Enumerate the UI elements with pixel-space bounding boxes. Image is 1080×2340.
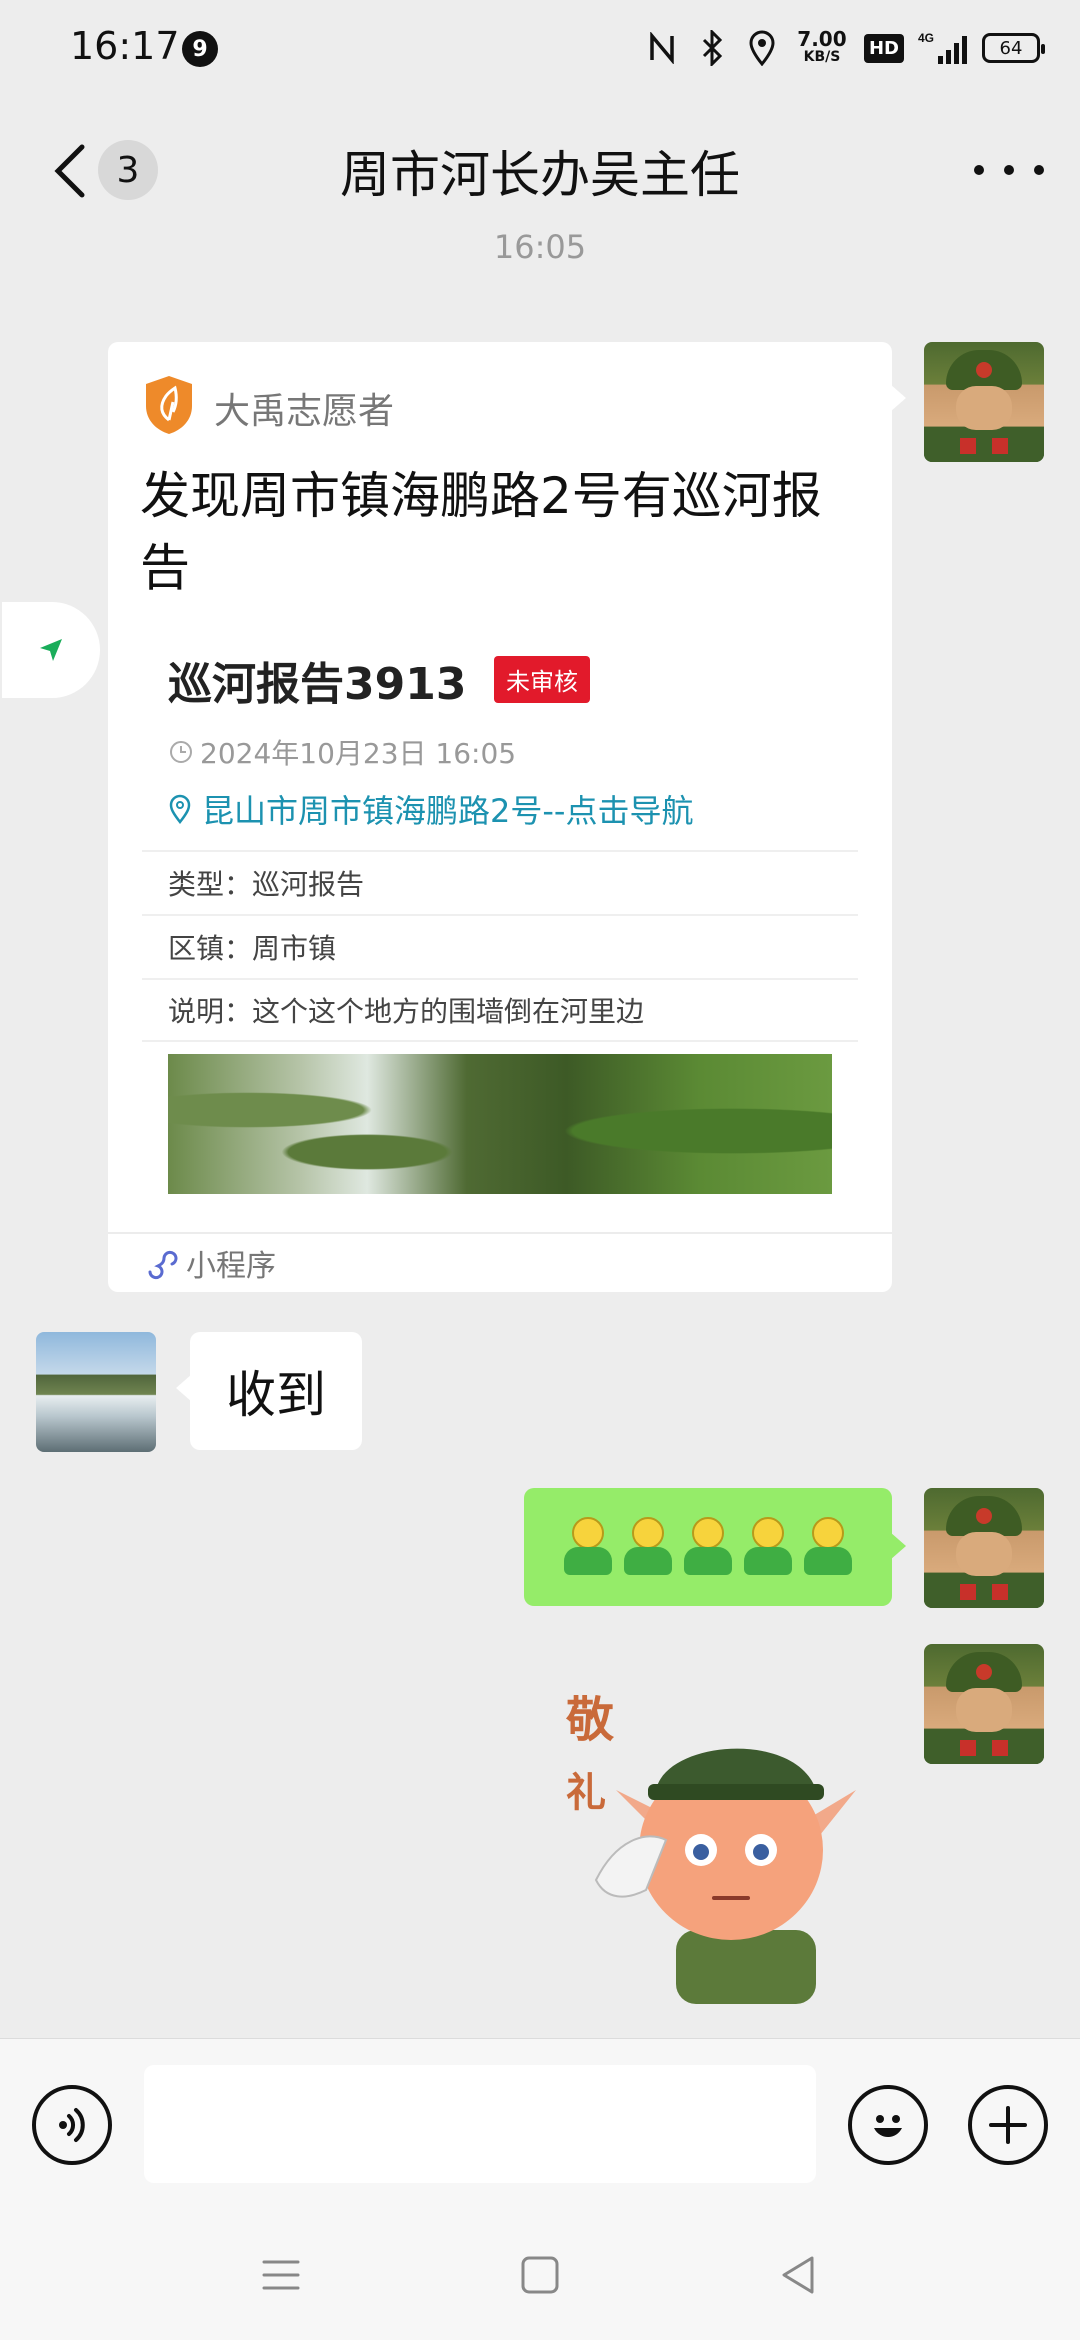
salute-sticker[interactable] bbox=[556, 1680, 872, 2004]
mini-program-card[interactable]: 大禹志愿者 发现周市镇海鹏路2号有巡河报告 巡河报告3913 未审核 2024年… bbox=[108, 342, 906, 1292]
report-location-text: 昆山市周市镇海鹏路2号--点击导航 bbox=[202, 792, 694, 830]
avatar-tab bbox=[960, 1584, 976, 1600]
info-label: 类型： bbox=[168, 868, 253, 901]
avatar-collar bbox=[924, 430, 1044, 462]
my-avatar[interactable] bbox=[924, 1644, 1044, 1764]
hd-badge: HD bbox=[863, 33, 904, 63]
svg-text:4G: 4G bbox=[918, 31, 934, 45]
avatar-star bbox=[976, 1664, 992, 1680]
avatar-face bbox=[956, 1532, 1012, 1576]
emoji-figure-icon bbox=[620, 1517, 676, 1577]
info-row-type: 类型： 巡河报告 bbox=[142, 850, 858, 914]
info-label: 区镇： bbox=[168, 932, 253, 965]
avatar-tab bbox=[992, 1584, 1008, 1600]
network-speed: 7.00 KB/S bbox=[794, 29, 850, 66]
message-input[interactable] bbox=[144, 2065, 816, 2183]
mini-program-brand: 大禹志愿者 bbox=[214, 391, 395, 432]
emoji-body bbox=[624, 1547, 672, 1575]
chat-header: 周市河长办吴主任 3 bbox=[0, 95, 1080, 240]
info-row-district: 区镇： 周市镇 bbox=[142, 914, 858, 978]
avatar-tab bbox=[992, 438, 1008, 454]
navigation-arrow-icon bbox=[40, 639, 62, 661]
report-title: 巡河报告3913 bbox=[168, 659, 467, 710]
report-photo[interactable] bbox=[168, 1054, 832, 1194]
avatar-tab bbox=[960, 1740, 976, 1756]
sent-emoji-bubble[interactable] bbox=[524, 1488, 906, 1606]
avatar-star bbox=[976, 362, 992, 378]
my-avatar[interactable] bbox=[924, 1488, 1044, 1608]
emoji-head bbox=[812, 1517, 844, 1549]
status-icons: 7.00 KB/S HD 4G 64 bbox=[644, 26, 1045, 70]
more-button[interactable] bbox=[974, 145, 1044, 195]
system-nav-bar bbox=[0, 2208, 1080, 2340]
bluetooth-icon bbox=[694, 28, 730, 68]
input-bar bbox=[0, 2038, 1080, 2208]
more-dot bbox=[1004, 165, 1014, 175]
emoji-head bbox=[572, 1517, 604, 1549]
location-icon bbox=[744, 28, 780, 68]
plus-button[interactable] bbox=[968, 2085, 1048, 2165]
plus-icon bbox=[989, 2106, 1027, 2144]
avatar-tab bbox=[992, 1740, 1008, 1756]
emoji-head bbox=[632, 1517, 664, 1549]
report-location-link[interactable]: 昆山市周市镇海鹏路2号--点击导航 bbox=[168, 786, 693, 832]
info-value: 巡河报告 bbox=[252, 868, 365, 901]
nfc-icon bbox=[644, 28, 680, 68]
signal-icon: 4G bbox=[918, 28, 968, 68]
mini-program-icon bbox=[148, 1250, 178, 1280]
report-date-text: 2024年10月23日 16:05 bbox=[200, 737, 517, 770]
emoji-figure-icon bbox=[740, 1517, 796, 1577]
emoji-head bbox=[692, 1517, 724, 1549]
received-message-bubble[interactable]: 收到 bbox=[176, 1332, 362, 1450]
info-label: 说明： bbox=[168, 995, 253, 1028]
emoji-body bbox=[744, 1547, 792, 1575]
status-time: 16:17 bbox=[70, 24, 180, 68]
brand-shield-logo-icon bbox=[146, 376, 192, 434]
back-button[interactable]: 3 bbox=[40, 135, 160, 205]
clock-icon bbox=[170, 741, 192, 763]
voice-button[interactable] bbox=[32, 2085, 112, 2165]
status-bar: 16:17 9 7.00 KB/S HD 4G 64 bbox=[0, 0, 1080, 95]
avatar-face bbox=[956, 1688, 1012, 1732]
chat-title: 周市河长办吴主任 bbox=[340, 146, 740, 204]
mini-program-footer: 小程序 bbox=[108, 1232, 892, 1292]
notification-badge: 9 bbox=[182, 31, 218, 67]
home-square-icon[interactable] bbox=[515, 2250, 565, 2300]
map-pin-icon bbox=[169, 794, 191, 824]
chevron-left-icon bbox=[54, 144, 85, 198]
report-date: 2024年10月23日 16:05 bbox=[168, 732, 516, 772]
emoji-figure-icon bbox=[680, 1517, 736, 1577]
mini-program-title: 发现周市镇海鹏路2号有巡河报告 bbox=[140, 467, 822, 597]
voice-icon bbox=[59, 2108, 85, 2142]
emoji-head bbox=[752, 1517, 784, 1549]
menu-icon[interactable] bbox=[256, 2250, 306, 2300]
avatar-tab bbox=[960, 438, 976, 454]
info-row-description: 说明： 这个这个地方的围墙倒在河里边 bbox=[142, 978, 858, 1042]
smile-icon bbox=[874, 2115, 902, 2137]
avatar-collar bbox=[924, 1732, 1044, 1764]
emoji-body bbox=[804, 1547, 852, 1575]
status-badge: 未审核 bbox=[494, 656, 590, 703]
emoji-figure-icon bbox=[800, 1517, 856, 1577]
info-value: 周市镇 bbox=[252, 932, 337, 965]
location-float-button[interactable] bbox=[2, 602, 100, 698]
message-timestamp: 16:05 bbox=[493, 228, 587, 266]
emoji-button[interactable] bbox=[848, 2085, 928, 2165]
more-dot bbox=[1034, 165, 1044, 175]
info-value: 这个这个地方的围墙倒在河里边 bbox=[252, 995, 645, 1028]
emoji-figure-icon bbox=[560, 1517, 616, 1577]
battery-indicator: 64 bbox=[982, 33, 1045, 63]
avatar-collar bbox=[924, 1576, 1044, 1608]
more-dots-icon bbox=[974, 165, 984, 175]
mini-program-footer-label: 小程序 bbox=[186, 1249, 276, 1284]
emoji-body bbox=[684, 1547, 732, 1575]
emoji-body bbox=[564, 1547, 612, 1575]
contact-avatar[interactable] bbox=[36, 1332, 156, 1452]
unread-count-badge: 3 bbox=[98, 140, 158, 200]
avatar-face bbox=[956, 386, 1012, 430]
avatar-star bbox=[976, 1508, 992, 1524]
my-avatar[interactable] bbox=[924, 342, 1044, 462]
back-triangle-icon[interactable] bbox=[774, 2250, 824, 2300]
